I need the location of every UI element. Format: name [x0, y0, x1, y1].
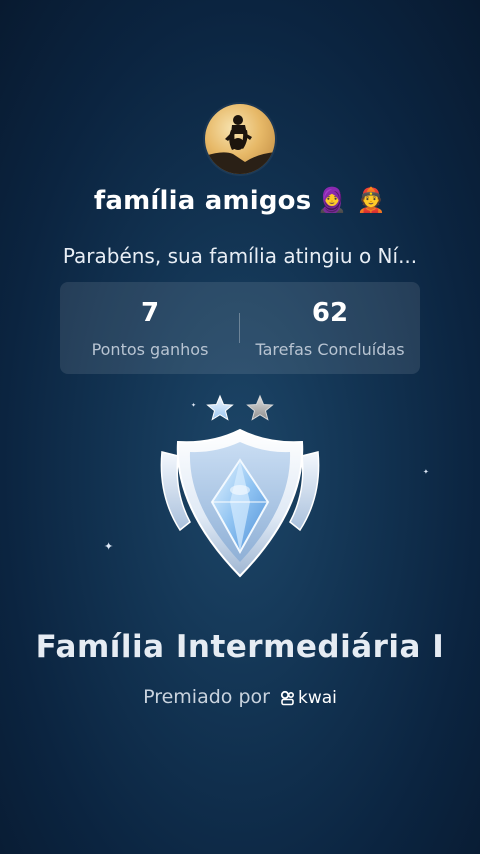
level-title: Família Intermediária I: [35, 629, 445, 665]
congrats-message: Parabéns, sua família atingiu o Ní...: [62, 244, 418, 268]
sparkle-icon: ✦: [191, 402, 197, 409]
family-emojis: 🧕 👲: [317, 186, 387, 214]
stat-tasks: 62 Tarefas Concluídas: [240, 282, 420, 374]
family-name: família amigos 🧕 👲: [0, 186, 480, 216]
sparkle-icon: ✦: [104, 540, 114, 553]
star-filled-icon: [206, 394, 234, 421]
level-up-screen: família amigos 🧕 👲 Parabéns, sua família …: [0, 0, 480, 854]
star-empty-icon: [246, 394, 274, 421]
parent-lifting-child-icon: [205, 115, 275, 174]
stats-card: 7 Pontos ganhos 62 Tarefas Concluídas: [60, 282, 420, 374]
tasks-value: 62: [311, 298, 349, 328]
kwai-brand: kwai: [280, 688, 337, 708]
level-stars: [204, 393, 276, 425]
sparkle-icon: ✦: [423, 468, 429, 476]
brand-name: kwai: [298, 688, 337, 708]
awarded-prefix: Premiado por: [143, 686, 270, 708]
points-label: Pontos ganhos: [91, 340, 209, 359]
tasks-label: Tarefas Concluídas: [255, 340, 405, 359]
kwai-logo-icon: [280, 690, 295, 706]
diamond-shield-badge-icon: [156, 426, 324, 582]
family-avatar[interactable]: [205, 104, 275, 174]
points-value: 7: [140, 298, 160, 328]
family-name-text: família amigos: [93, 186, 312, 216]
stat-points: 7 Pontos ganhos: [60, 282, 240, 374]
awarded-by: Premiado por kwai: [0, 686, 480, 708]
